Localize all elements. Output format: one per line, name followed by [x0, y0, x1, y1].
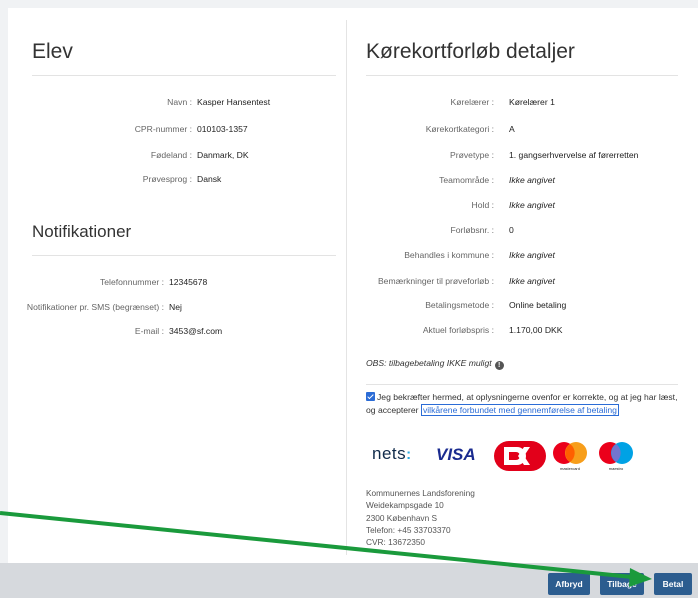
field-label: Kørekortkategori :	[425, 124, 494, 134]
field-label: Notifikationer pr. SMS (begrænset) :	[26, 302, 164, 312]
pay-button[interactable]: Betal	[654, 573, 692, 595]
confirm-checkbox[interactable]	[366, 392, 375, 401]
field-label: Teamområde :	[439, 175, 494, 185]
info-icon[interactable]: !	[494, 361, 504, 370]
confirm-divider	[366, 384, 678, 385]
field-label: Aktuel forløbspris :	[422, 325, 494, 335]
mastercard-logo: mastercard	[553, 442, 587, 471]
refund-notice-text: OBS: tilbagebetaling IKKE muligt	[366, 358, 492, 368]
field-value: Ikke angivet	[509, 276, 555, 286]
field-label: CPR-nummer :	[134, 124, 192, 134]
nets-logo: nets:	[372, 444, 412, 463]
course-section-title: Kørekortforløb detaljer	[366, 40, 575, 63]
cancel-button[interactable]: Afbryd	[548, 573, 590, 595]
field-value: Ikke angivet	[509, 175, 555, 185]
nets-logo-text: nets	[372, 444, 407, 463]
course-title-divider	[366, 75, 678, 76]
field-value: Kasper Hansentest	[197, 97, 271, 107]
field-value: Nej	[169, 302, 182, 312]
field-value: 1. gangserhvervelse af førerretten	[509, 150, 639, 160]
notifications-section-title: Notifikationer	[32, 222, 132, 241]
field-label: E-mail :	[134, 326, 164, 336]
field-label: Prøvesprog :	[142, 174, 192, 184]
student-section-title: Elev	[32, 40, 73, 63]
address-line: 2300 København S	[366, 512, 438, 523]
field-value: Online betaling	[509, 300, 567, 310]
field-label: Bemærkninger til prøveforløb :	[377, 276, 494, 286]
field-label: Betalingsmetode :	[425, 300, 494, 310]
student-title-divider	[32, 75, 336, 76]
address-line: Telefon: +45 33703370	[366, 524, 451, 535]
terms-confirmation: Jeg bekræfter hermed, at oplysningerne o…	[366, 391, 684, 416]
field-value: Danmark, DK	[197, 150, 249, 160]
back-button[interactable]: Tilbage	[600, 573, 644, 595]
field-label: Hold :	[471, 200, 494, 210]
address-block: Kommunernes Landsforening Weidekampsgade…	[366, 487, 475, 548]
field-value: Kørelærer 1	[509, 97, 555, 107]
dankort-logo	[494, 441, 546, 471]
field-label: Fødeland :	[150, 150, 192, 160]
field-value: 0	[509, 225, 514, 235]
field-value: 12345678	[169, 277, 208, 287]
refund-notice: OBS: tilbagebetaling IKKE muligt!	[366, 358, 504, 370]
maestro-logo-text: maestro	[609, 466, 624, 471]
field-value: 1.170,00 DKK	[509, 325, 563, 335]
address-line: Weidekampsgade 10	[366, 500, 444, 511]
notifications-title-divider	[32, 255, 336, 256]
field-label: Forløbsnr. :	[450, 225, 494, 235]
field-value: Dansk	[197, 174, 222, 184]
address-line: Kommunernes Landsforening	[366, 488, 475, 498]
mastercard-logo-text: mastercard	[560, 466, 580, 471]
field-label: Behandles i kommune :	[404, 250, 494, 260]
maestro-logo: maestro	[599, 442, 633, 471]
terms-link[interactable]: vilkårene forbundet med gennemførelse af…	[420, 403, 619, 416]
field-value: 010103-1357	[197, 124, 248, 134]
footer-bar	[0, 563, 698, 598]
field-label: Telefonnummer :	[99, 277, 164, 287]
field-value: Ikke angivet	[509, 200, 555, 210]
payment-logos: nets: VISA mastercard maestro	[372, 440, 633, 474]
visa-logo: VISA	[436, 445, 476, 464]
field-value: A	[509, 124, 515, 134]
field-label: Kørelærer :	[450, 97, 494, 107]
field-value: 3453@sf.com	[169, 326, 223, 336]
column-divider	[346, 20, 347, 555]
field-value: Ikke angivet	[509, 250, 555, 260]
address-line: CVR: 13672350	[366, 537, 426, 548]
field-label: Prøvetype :	[450, 150, 494, 160]
field-label: Navn :	[167, 97, 192, 107]
